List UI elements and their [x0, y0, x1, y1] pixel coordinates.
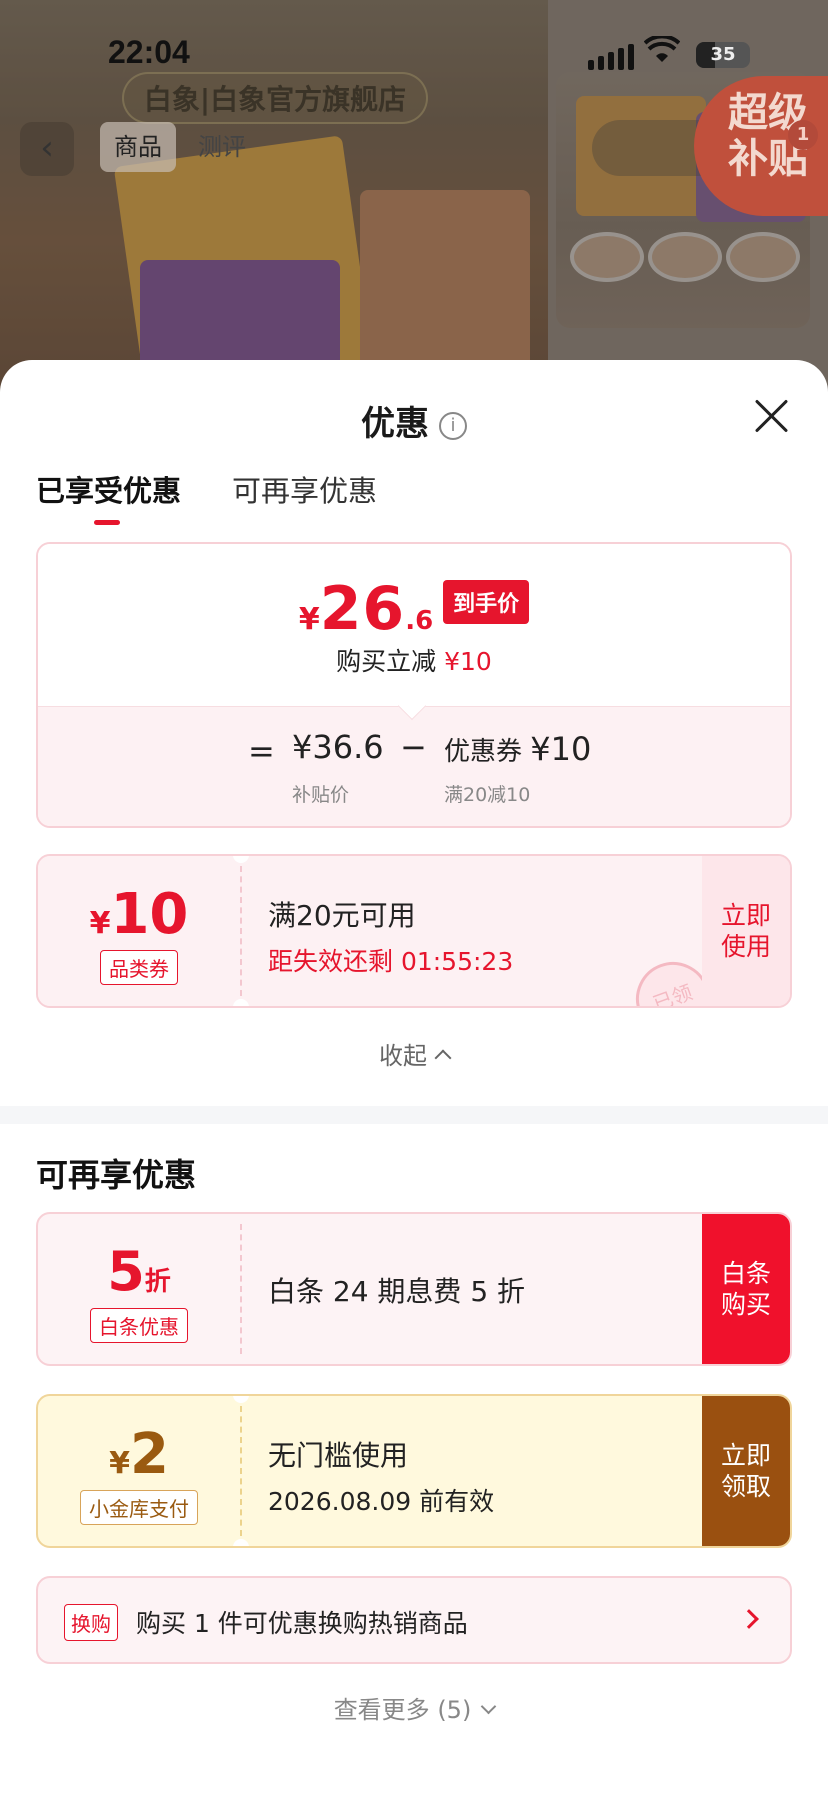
baitiao-buy-button[interactable]: 白条购买 — [702, 1214, 790, 1364]
tab-review[interactable]: 测评 — [184, 122, 260, 172]
price-breakdown: = ¥36.6 补贴价 − 优惠券 ¥10 满20减10 — [248, 728, 592, 806]
collapse-button[interactable]: 收起 — [0, 1036, 828, 1071]
badge-count: 1 — [788, 120, 818, 150]
discount-sheet: 优惠 i 已享受优惠 可再享优惠 ¥26.6到手价 购买立减 ¥10 = ¥36.… — [0, 360, 828, 1795]
coupon-deduction: 优惠券 ¥10 — [444, 730, 592, 768]
chevron-right-icon — [739, 1609, 759, 1629]
tab-product[interactable]: 商品 — [100, 122, 176, 172]
instant-discount: 购买立减 ¥10 — [336, 647, 492, 676]
claim-now-button[interactable]: 立即领取 — [702, 1396, 790, 1546]
coupon-amount: ¥10 — [89, 882, 189, 947]
signal-icon — [588, 44, 634, 70]
coupon-condition: 满20元可用 — [268, 899, 416, 932]
section-divider — [0, 1106, 828, 1124]
coupon-rule: 满20减10 — [444, 784, 531, 806]
baitiao-offer: 5折 白条优惠 白条 24 期息费 5 折 白条购买 — [36, 1212, 792, 1366]
status-time: 22:04 — [108, 34, 190, 70]
offer-description: 白条 24 期息费 5 折 — [268, 1275, 526, 1308]
tab-more-discounts[interactable]: 可再享优惠 — [232, 468, 377, 510]
coupon-expiry: 2026.08.09 前有效 — [268, 1487, 495, 1516]
active-tab-indicator — [94, 520, 120, 525]
swap-purchase-row[interactable]: 换购 购买 1 件可优惠换购热销商品 — [36, 1576, 792, 1664]
tab-applied-discounts[interactable]: 已享受优惠 — [36, 468, 181, 510]
chevron-down-icon — [481, 1698, 497, 1715]
applied-category-coupon: ¥10 品类券 满20元可用 距失效还剩 01:55:23 已领 立即使用 — [36, 854, 792, 1008]
back-icon[interactable]: ‹ — [20, 122, 74, 176]
swap-badge: 换购 — [64, 1604, 118, 1641]
coupon-type-chip: 品类券 — [100, 950, 178, 985]
subsidy-price-label: 补贴价 — [292, 784, 350, 806]
swap-text: 购买 1 件可优惠换购热销商品 — [136, 1609, 468, 1638]
see-more-button[interactable]: 查看更多 (5) — [0, 1690, 828, 1725]
coupon-condition: 无门槛使用 — [268, 1439, 409, 1472]
status-bar: 22:04 35 — [0, 0, 828, 110]
price-summary-card: ¥26.6到手价 购买立减 ¥10 = ¥36.6 补贴价 − 优惠券 ¥10 … — [36, 542, 792, 828]
final-price-tag: 到手价 — [443, 580, 530, 624]
offer-amount: 5折 — [107, 1240, 171, 1303]
battery-icon: 35 — [696, 42, 750, 68]
vault-pay-coupon: ¥2 小金库支付 无门槛使用 2026.08.09 前有效 立即领取 — [36, 1394, 792, 1548]
coupon-type-chip: 小金库支付 — [80, 1490, 198, 1525]
subsidy-price: ¥36.6 — [292, 728, 384, 766]
final-price: ¥26.6到手价 — [38, 574, 790, 644]
offer-type-chip: 白条优惠 — [90, 1308, 188, 1343]
use-now-button[interactable]: 立即使用 — [702, 856, 790, 1006]
more-discounts-title: 可再享优惠 — [36, 1156, 197, 1194]
sheet-title: 优惠 i — [0, 396, 828, 445]
coupon-amount: ¥2 — [109, 1422, 169, 1487]
info-icon[interactable]: i — [439, 412, 467, 440]
coupon-countdown: 距失效还剩 01:55:23 — [268, 947, 514, 976]
chevron-up-icon — [434, 1049, 452, 1067]
wifi-icon — [643, 34, 684, 66]
close-icon[interactable] — [752, 396, 792, 436]
